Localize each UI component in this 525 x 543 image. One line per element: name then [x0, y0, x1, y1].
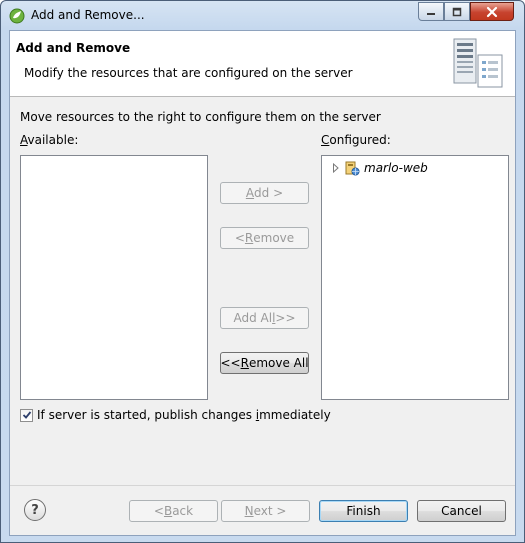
wizard-header: Add and Remove Modify the resources that… — [10, 31, 515, 97]
page-title: Add and Remove — [16, 41, 131, 55]
add-all-button[interactable]: Add Al l >> — [220, 307, 309, 329]
dialog-body: Add and Remove Modify the resources that… — [9, 30, 516, 536]
close-button[interactable] — [470, 2, 514, 21]
publish-checkbox[interactable] — [20, 408, 33, 422]
app-icon — [9, 8, 25, 24]
available-list[interactable] — [20, 155, 208, 400]
checkmark-icon — [22, 411, 31, 419]
remove-button[interactable]: < Remove — [220, 227, 309, 249]
list-item[interactable]: marlo-web — [332, 160, 428, 176]
project-icon — [345, 161, 360, 176]
minimize-button[interactable] — [418, 2, 444, 21]
configured-label: Configured: — [321, 133, 391, 147]
maximize-icon — [452, 7, 462, 16]
minimize-icon — [427, 12, 435, 15]
cancel-button[interactable]: Cancel — [417, 500, 506, 522]
publish-option[interactable]: If server is started, publish changes im… — [20, 408, 331, 422]
available-label: Available: — [20, 133, 79, 147]
title-bar[interactable]: Add and Remove... — [1, 1, 524, 29]
help-icon: ? — [31, 502, 39, 518]
footer-separator — [10, 485, 515, 486]
item-label: marlo-web — [364, 161, 428, 175]
server-icon — [453, 38, 503, 88]
instructions-text: Move resources to the right to configure… — [20, 110, 381, 124]
maximize-button[interactable] — [444, 2, 470, 21]
dialog-window: Add and Remove... Add and Remove Modify … — [0, 0, 525, 543]
publish-label: If server is started, publish changes im… — [37, 408, 331, 422]
configured-list[interactable]: marlo-web — [321, 155, 509, 400]
page-description: Modify the resources that are configured… — [24, 66, 353, 80]
back-button[interactable]: < Back — [129, 500, 218, 522]
add-button[interactable]: Add > — [220, 182, 309, 204]
window-title: Add and Remove... — [31, 8, 145, 22]
finish-button[interactable]: Finish — [319, 500, 408, 522]
close-icon — [486, 6, 498, 17]
expand-arrow-icon[interactable] — [332, 163, 340, 173]
help-button[interactable]: ? — [24, 499, 46, 521]
remove-all-button[interactable]: << Remove All — [220, 352, 309, 374]
next-button[interactable]: Next > — [221, 500, 310, 522]
